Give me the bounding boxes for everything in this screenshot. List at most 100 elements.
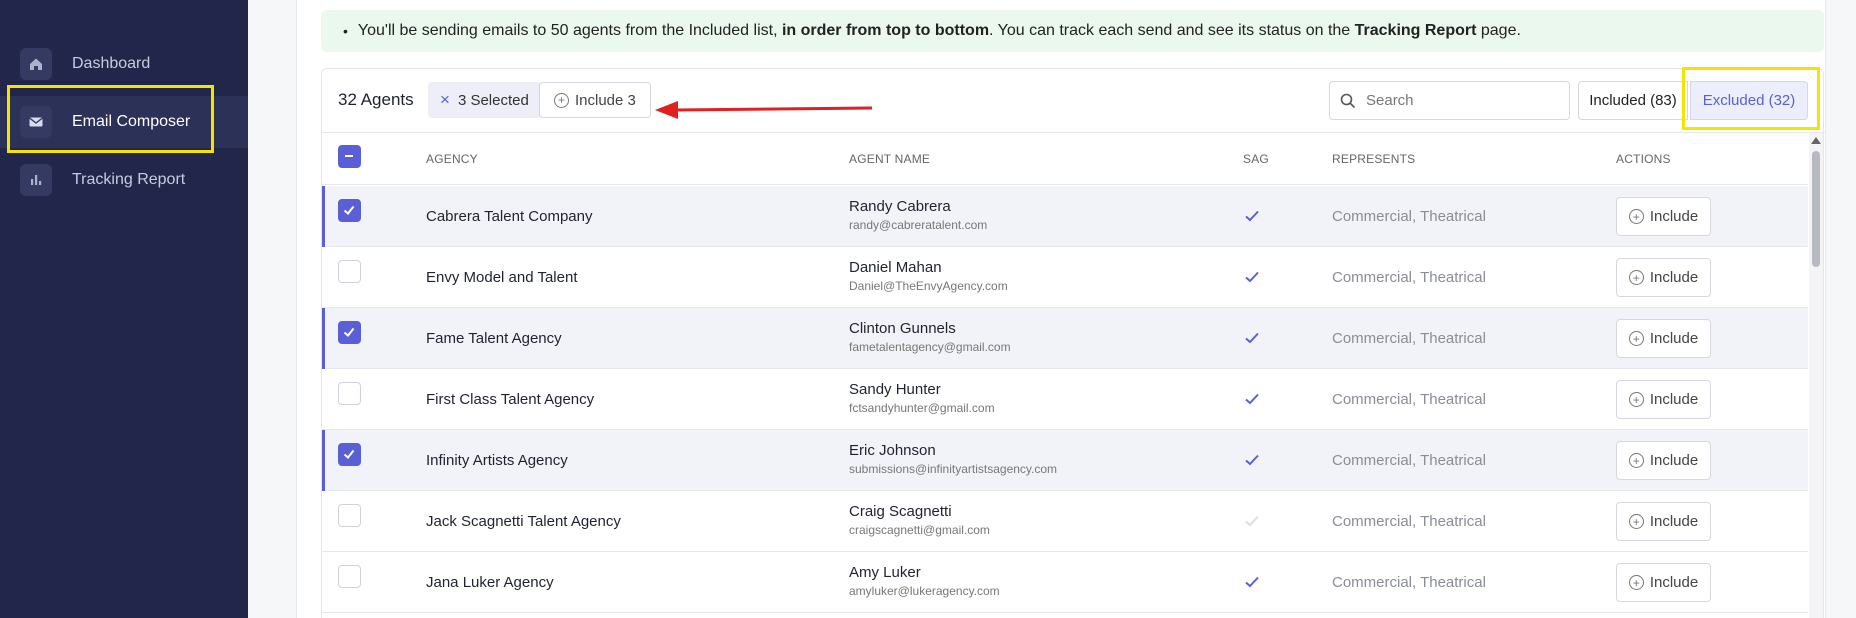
plus-circle-icon: +	[554, 92, 569, 108]
plus-circle-icon: +	[1628, 392, 1644, 407]
col-actions: ACTIONS	[1616, 152, 1671, 166]
include-label: Include	[1649, 452, 1699, 469]
row-checkbox[interactable]	[338, 443, 361, 466]
sidebar-item-dashboard[interactable]: Dashboard	[0, 38, 248, 90]
include-label: Include	[1649, 208, 1699, 225]
row-checkbox[interactable]	[338, 260, 361, 283]
sag-check-icon	[1245, 332, 1259, 344]
check-icon	[343, 205, 355, 215]
agent-name: Eric Johnson	[849, 442, 936, 459]
table-header: AGENCY AGENT NAME SAG REPRESENTS ACTIONS	[322, 133, 1808, 185]
agent-name: Daniel Mahan	[849, 259, 942, 276]
table-row[interactable]: Jack Scagnetti Talent Agency Craig Scagne…	[322, 491, 1808, 552]
sidebar-item-label: Tracking Report	[72, 171, 186, 188]
tab-included[interactable]: Included (83)	[1578, 81, 1688, 120]
include-button[interactable]: + Include	[1616, 319, 1711, 358]
sidebar-highlight-box	[7, 85, 214, 153]
agent-email: submissions@infinityartistsagency.com	[849, 462, 1058, 476]
agents-count: 32 Agents	[338, 90, 414, 109]
agent-email: fctsandyhunter@gmail.com	[849, 401, 995, 415]
include-button[interactable]: + Include	[1616, 258, 1711, 297]
include-label: Include	[1649, 330, 1699, 347]
sag-check-icon	[1245, 393, 1259, 405]
table-row[interactable]: Cabrera Talent Company Randy Cabrera randy…	[322, 186, 1808, 247]
agency-name: Jack Scagnetti Talent Agency	[426, 513, 621, 530]
tab-highlight-box	[1682, 67, 1820, 130]
agent-email: amyluker@lukeragency.com	[849, 584, 1000, 598]
sag-check-icon	[1245, 271, 1259, 283]
agent-email: craigscagnetti@gmail.com	[849, 523, 990, 537]
represents: Commercial, Theatrical	[1332, 330, 1486, 347]
plus-circle-icon: +	[1628, 270, 1644, 285]
search-input-wrap[interactable]	[1329, 81, 1570, 120]
scrollbar-thumb[interactable]	[1812, 151, 1820, 267]
represents: Commercial, Theatrical	[1332, 574, 1486, 591]
notice-bullet: •	[343, 23, 348, 39]
row-checkbox[interactable]	[338, 321, 361, 344]
info-notice: • You'll be sending emails to 50 agents …	[321, 10, 1824, 52]
represents: Commercial, Theatrical	[1332, 208, 1486, 225]
include-button[interactable]: + Include	[1616, 563, 1711, 602]
represents: Commercial, Theatrical	[1332, 269, 1486, 286]
agent-name: Craig Scagnetti	[849, 503, 952, 520]
table-row[interactable]: Jana Luker Agency Amy Luker amyluker@luker…	[322, 552, 1808, 613]
table-row[interactable]: Envy Model and Talent Daniel Mahan Daniel@…	[322, 247, 1808, 308]
row-checkbox[interactable]	[338, 504, 361, 527]
include-label: Include	[1649, 513, 1699, 530]
sidebar-item-label: Dashboard	[72, 55, 151, 72]
include-label: Include	[1649, 574, 1699, 591]
agency-name: Infinity Artists Agency	[426, 452, 568, 469]
plus-circle-icon: +	[1628, 514, 1644, 529]
table-row[interactable]: Infinity Artists Agency Eric Johnson submi…	[322, 430, 1808, 491]
agent-email: Daniel@TheEnvyAgency.com	[849, 279, 1008, 293]
col-agency[interactable]: AGENCY	[426, 152, 478, 166]
sag-check-icon	[1245, 576, 1259, 588]
agent-name: Sandy Hunter	[849, 381, 941, 398]
agency-name: Cabrera Talent Company	[426, 208, 593, 225]
represents: Commercial, Theatrical	[1332, 452, 1486, 469]
represents: Commercial, Theatrical	[1332, 391, 1486, 408]
select-all-checkbox[interactable]	[338, 145, 361, 168]
close-icon[interactable]: ×	[440, 90, 450, 110]
include-button[interactable]: + Include	[1616, 380, 1711, 419]
sidebar-item-tracking-report[interactable]: Tracking Report	[0, 154, 248, 206]
table-row[interactable]: First Class Talent Agency Sandy Hunter fct…	[322, 369, 1808, 430]
notice-text: You'll be sending emails to 50 agents fr…	[357, 22, 1521, 39]
minus-icon	[345, 155, 353, 157]
agent-name: Randy Cabrera	[849, 198, 951, 215]
include-button[interactable]: + Include	[1616, 441, 1711, 480]
selected-label: 3 Selected	[457, 91, 529, 109]
include-button[interactable]: + Include	[1616, 502, 1711, 541]
agency-name: Jana Luker Agency	[426, 574, 554, 591]
home-icon	[20, 48, 52, 80]
col-sag[interactable]: SAG	[1243, 152, 1269, 166]
selected-chip[interactable]: × 3 Selected	[428, 82, 541, 118]
sag-check-icon	[1245, 454, 1259, 466]
table-row[interactable]: Fame Talent Agency Clinton Gunnels fametal…	[322, 308, 1808, 369]
plus-circle-icon: +	[1628, 453, 1644, 468]
plus-circle-icon: +	[1628, 209, 1644, 224]
agent-email: randy@cabreratalent.com	[849, 218, 988, 232]
include-button[interactable]: + Include	[1616, 197, 1711, 236]
include-selected-button[interactable]: + Include 3	[539, 82, 651, 118]
sag-check-icon	[1245, 210, 1259, 222]
check-icon	[343, 327, 355, 337]
row-checkbox[interactable]	[338, 199, 361, 222]
search-input[interactable]	[1366, 92, 1556, 109]
agent-name: Clinton Gunnels	[849, 320, 956, 337]
agency-name: Envy Model and Talent	[426, 269, 578, 286]
row-checkbox[interactable]	[338, 382, 361, 405]
search-icon	[1340, 93, 1356, 108]
scroll-up-icon[interactable]	[1811, 137, 1821, 144]
row-checkbox[interactable]	[338, 565, 361, 588]
include-selected-label: Include 3	[575, 91, 636, 109]
sag-check-icon	[1245, 515, 1259, 527]
col-agent-name[interactable]: AGENT NAME	[849, 152, 930, 166]
plus-circle-icon: +	[1628, 575, 1644, 590]
include-label: Include	[1649, 269, 1699, 286]
agency-name: First Class Talent Agency	[426, 391, 595, 408]
annotation-arrow-icon	[655, 101, 873, 119]
col-represents[interactable]: REPRESENTS	[1332, 152, 1415, 166]
agent-name: Amy Luker	[849, 564, 921, 581]
check-icon	[343, 449, 355, 459]
